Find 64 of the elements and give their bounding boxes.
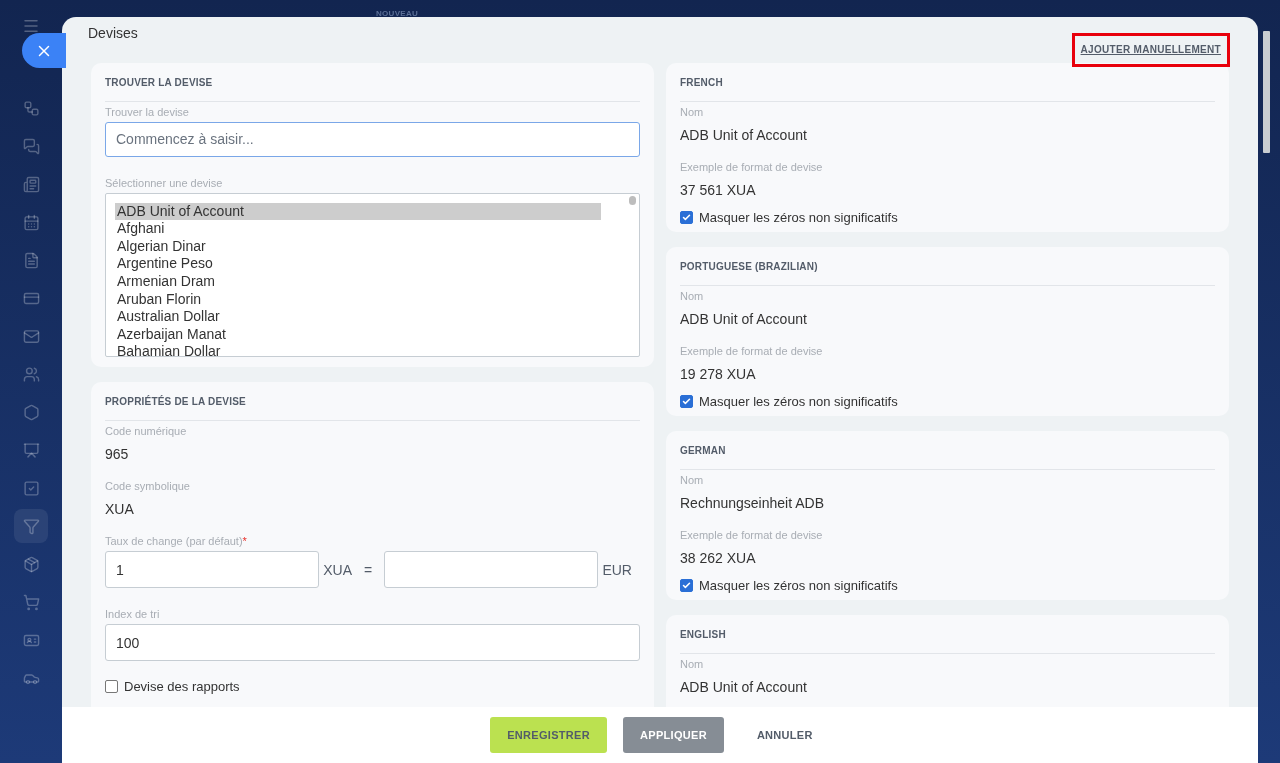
window-title: Devises bbox=[88, 25, 138, 43]
rate-field[interactable]: 1 bbox=[105, 551, 320, 588]
list-option[interactable]: Armenian Dram bbox=[115, 272, 601, 291]
field-label: Taux de change (par défaut)* bbox=[105, 535, 248, 547]
field-value: ADB Unit of Account bbox=[680, 311, 808, 327]
sort-index-field[interactable]: 100 bbox=[105, 624, 640, 661]
checkbox-label: Devise des rapports bbox=[124, 679, 240, 694]
checkbox-label: Masquer les zéros non significatifs bbox=[699, 394, 898, 409]
field-label: Exemple de format de devise bbox=[680, 345, 824, 357]
field-value: Rechnungseinheit ADB bbox=[680, 495, 825, 511]
field-label: Sélectionner une devise bbox=[105, 176, 224, 189]
field-label: Nom bbox=[680, 658, 705, 670]
save-button[interactable]: ENREGISTRER bbox=[490, 717, 607, 753]
cancel-button[interactable]: ANNULER bbox=[739, 717, 830, 753]
scroll-thumb[interactable] bbox=[629, 195, 636, 205]
field-label: Nom bbox=[680, 106, 705, 118]
field-label: Exemple de format de devise bbox=[680, 161, 824, 173]
required-mark: * bbox=[242, 535, 247, 547]
section-heading: GERMAN bbox=[680, 445, 1215, 470]
unit-label: XUA bbox=[323, 561, 352, 578]
currency-list[interactable]: ADB Unit of Account Afghani Algerian Dinar Argentine Peso Armenian Dram Aruban Florin Australian Dollar Azerbaijan Manat Bahamian Dollar bbox=[105, 192, 640, 357]
field-value: 965 bbox=[105, 446, 130, 462]
field-value: 19 278 XUA bbox=[680, 366, 757, 382]
list-option[interactable]: Afghani bbox=[115, 220, 601, 238]
field-label: Nom bbox=[680, 290, 705, 302]
checkbox[interactable] bbox=[680, 395, 693, 408]
section-heading: TROUVER LA DEVISE bbox=[105, 77, 640, 102]
field-label: Index de tri bbox=[105, 608, 161, 620]
section-heading: FRENCH bbox=[680, 77, 1215, 102]
section-heading: ENGLISH bbox=[680, 629, 1215, 654]
field-label: Exemple de format de devise bbox=[680, 529, 824, 541]
field-value: ADB Unit of Account bbox=[680, 679, 808, 695]
field-value: XUA bbox=[105, 501, 135, 517]
list-option[interactable]: Bahamian Dollar bbox=[115, 343, 601, 356]
list-option[interactable]: Azerbaijan Manat bbox=[115, 325, 601, 344]
list-option[interactable]: Aruban Florin bbox=[115, 290, 601, 309]
checkbox[interactable] bbox=[680, 211, 693, 224]
menu-icon[interactable] bbox=[22, 19, 40, 33]
field-label: Nom bbox=[680, 474, 705, 486]
field-label: Code numérique bbox=[105, 425, 188, 437]
field-value: ADB Unit of Account bbox=[680, 127, 808, 143]
section-heading: PROPRIÉTÉS DE LA DEVISE bbox=[105, 396, 640, 421]
field-label: Trouver la devise bbox=[105, 106, 190, 118]
scrollbar-thumb[interactable] bbox=[1263, 31, 1270, 153]
field-label: Code symbolique bbox=[105, 480, 191, 492]
funnel-icon[interactable] bbox=[14, 509, 48, 543]
search-field[interactable]: Commencez à saisir... bbox=[105, 122, 640, 157]
add-manually-link[interactable]: AJOUTER MANUELLEMENT bbox=[1071, 33, 1230, 67]
close-button[interactable] bbox=[22, 33, 66, 68]
checkbox[interactable] bbox=[105, 680, 118, 693]
top-label: NOUVEAU bbox=[376, 9, 419, 18]
list-option[interactable]: Argentine Peso bbox=[115, 255, 601, 273]
list-option[interactable]: Algerian Dinar bbox=[115, 237, 601, 256]
section-heading: PORTUGUESE (BRAZILIAN) bbox=[680, 261, 1215, 286]
field-value: 38 262 XUA bbox=[680, 550, 757, 566]
checkbox-label: Masquer les zéros non significatifs bbox=[699, 578, 898, 593]
checkbox[interactable] bbox=[680, 579, 693, 592]
list-option[interactable]: ADB Unit of Account bbox=[115, 202, 601, 221]
equals-sign: = bbox=[364, 561, 373, 578]
list-option[interactable]: Australian Dollar bbox=[115, 308, 601, 326]
unit-label: EUR bbox=[602, 561, 632, 578]
checkbox-label: Masquer les zéros non significatifs bbox=[699, 210, 898, 225]
rate-field[interactable] bbox=[384, 551, 599, 588]
field-value: 37 561 XUA bbox=[680, 182, 757, 198]
